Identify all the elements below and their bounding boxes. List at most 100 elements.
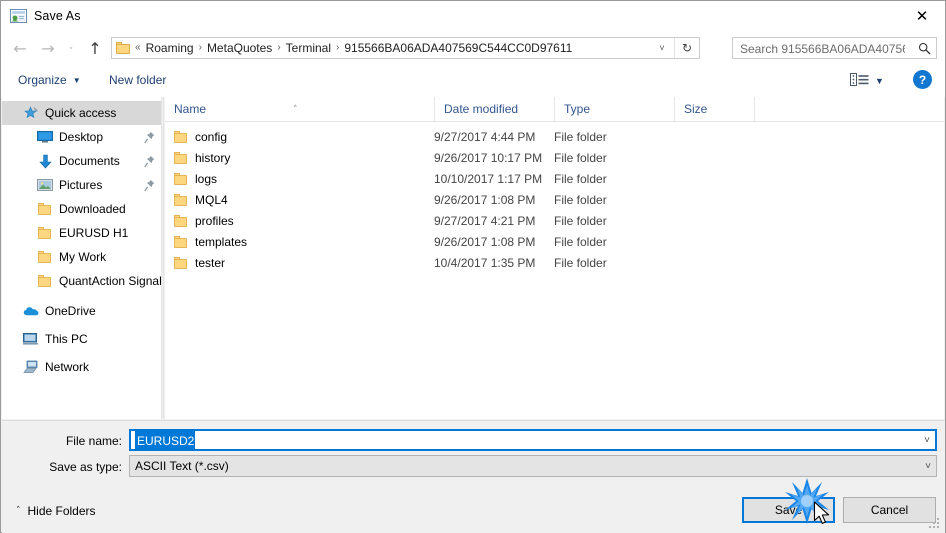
file-name-input[interactable]: EURUSD2 [135,431,196,451]
view-list-icon[interactable] [850,72,870,88]
title-bar: Save As ✕ [1,1,945,32]
sidebar-item-my-work[interactable]: My Work [2,245,161,269]
up-button[interactable]: ↑ [84,38,106,59]
table-row[interactable]: logs 10/10/2017 1:17 PM File folder [165,169,944,190]
table-row[interactable]: tester 10/4/2017 1:35 PM File folder [165,253,944,274]
cancel-button[interactable]: Cancel [843,497,936,523]
sidebar-item-label: My Work [59,250,107,264]
breadcrumb-item-roaming[interactable]: Roaming [142,38,198,58]
new-folder-button[interactable]: New folder [109,71,166,90]
table-row[interactable]: templates 9/26/2017 1:08 PM File folder [165,232,944,253]
pane-splitter[interactable] [161,97,164,419]
save-as-type-combobox[interactable]: ASCII Text (*.csv) ˅ [129,455,937,477]
sidebar-item-label: QuantAction Signal [59,274,161,288]
column-header-name-label: Name [174,102,207,116]
date-modified-cell: 9/26/2017 1:08 PM [434,193,536,207]
search-input[interactable] [738,38,907,60]
organize-button[interactable]: Organize ▼ [18,71,81,90]
breadcrumb-prefix: « [135,42,141,53]
forward-button[interactable]: → [37,38,59,59]
desktop-icon [37,129,53,145]
refresh-icon[interactable]: ↻ [674,38,699,58]
address-bar[interactable]: « Roaming › MetaQuotes › Terminal › 9155… [111,37,700,59]
breadcrumb-item-instance[interactable]: 915566BA06ADA407569C544CC0D97611 [340,38,576,58]
sidebar-item-network[interactable]: Network [2,355,161,379]
search-box[interactable] [732,37,937,60]
type-cell: File folder [554,235,607,249]
sidebar-item-quantaction-signal[interactable]: QuantAction Signal [2,269,161,293]
date-modified-cell: 9/27/2017 4:44 PM [434,130,536,144]
close-icon[interactable]: ✕ [899,1,945,31]
table-row[interactable]: MQL4 9/26/2017 1:08 PM File folder [165,190,944,211]
sidebar-item-label: Quick access [45,106,117,120]
date-modified-cell: 9/26/2017 1:08 PM [434,235,536,249]
dialog-footer: ˄ Hide Folders Save Cancel [2,492,945,533]
column-headers: Name ˄ Date modified Type Size [165,97,944,122]
hide-folders-label: Hide Folders [27,504,96,518]
resize-grip[interactable] [929,518,941,530]
column-header-type[interactable]: Type [554,97,674,121]
sidebar-item-label: Downloaded [59,202,126,216]
documents-icon [37,153,53,169]
organize-label: Organize [18,73,67,87]
recent-locations-button[interactable]: ˅ [63,41,79,62]
file-name-cell: profiles [195,214,234,228]
sidebar-item-onedrive[interactable]: OneDrive [2,299,161,323]
navigation-pane: Quick access Desktop Documents Pictures Down… [2,97,161,419]
sidebar-item-this-pc[interactable]: This PC [2,327,161,351]
column-header-name[interactable]: Name ˄ [165,97,434,121]
pin-icon[interactable] [144,155,155,168]
sidebar-item-desktop[interactable]: Desktop [2,125,161,149]
folder-icon [37,201,53,217]
save-button[interactable]: Save [742,497,835,523]
network-icon [23,359,39,375]
sidebar-item-documents[interactable]: Documents [2,149,161,173]
save-form: File name: EURUSD2 ˅ Save as type: ASCII… [2,420,945,492]
table-row[interactable]: profiles 9/27/2017 4:21 PM File folder [165,211,944,232]
view-chevron-down-icon[interactable]: ▼ [875,76,884,86]
search-icon[interactable] [916,40,932,56]
column-header-size[interactable]: Size [674,97,754,121]
file-name-cell: history [195,151,231,165]
file-list-pane: Name ˄ Date modified Type Size config 9/2… [165,97,944,419]
table-row[interactable]: history 9/26/2017 10:17 PM File folder [165,148,944,169]
back-button[interactable]: ← [9,38,31,59]
star-pin-icon [23,105,39,121]
type-cell: File folder [554,193,607,207]
breadcrumb: « Roaming › MetaQuotes › Terminal › 9155… [116,38,576,58]
breadcrumb-item-terminal[interactable]: Terminal [282,38,335,58]
chevron-down-icon[interactable]: ˅ [925,457,931,475]
type-cell: File folder [554,256,607,270]
sidebar-item-downloaded[interactable]: Downloaded [2,197,161,221]
date-modified-cell: 10/10/2017 1:17 PM [434,172,543,186]
pin-icon[interactable] [144,131,155,144]
column-header-date-modified[interactable]: Date modified [434,97,554,121]
chevron-down-icon[interactable]: ˅ [924,431,930,449]
file-name-cell: templates [195,235,248,249]
sidebar-item-label: Desktop [59,130,104,144]
sidebar-item-label: Pictures [59,178,103,192]
sidebar-item-label: EURUSD H1 [59,226,129,240]
sidebar-item-label: Network [45,360,90,374]
folder-icon [37,249,53,265]
navigation-bar: ← → ˅ ↑ « Roaming › MetaQuotes › Termina… [1,32,945,64]
sidebar-item-quick-access[interactable]: Quick access [2,101,161,125]
save-as-dialog: Save As ✕ ← → ˅ ↑ « Roaming › MetaQuotes… [0,0,946,533]
chevron-down-icon[interactable]: ˅ [652,38,672,58]
file-name-cell: logs [195,172,218,186]
file-name-label: File name: [65,434,122,448]
save-as-type-value: ASCII Text (*.csv) [135,459,229,473]
breadcrumb-item-metaquotes[interactable]: MetaQuotes [203,38,276,58]
pin-icon[interactable] [144,179,155,192]
chevron-up-icon: ˄ [16,506,21,516]
help-button[interactable]: ? [913,70,932,89]
sidebar-item-pictures[interactable]: Pictures [2,173,161,197]
hide-folders-button[interactable]: ˄ Hide Folders [16,502,96,520]
table-row[interactable]: config 9/27/2017 4:44 PM File folder [165,127,944,148]
folder-icon [116,42,130,54]
onedrive-icon [23,303,39,319]
command-toolbar: Organize ▼ New folder ▼ ? [1,64,945,97]
type-cell: File folder [554,151,607,165]
sidebar-item-eurusd-h1[interactable]: EURUSD H1 [2,221,161,245]
file-name-combobox[interactable]: EURUSD2 ˅ [129,429,937,451]
